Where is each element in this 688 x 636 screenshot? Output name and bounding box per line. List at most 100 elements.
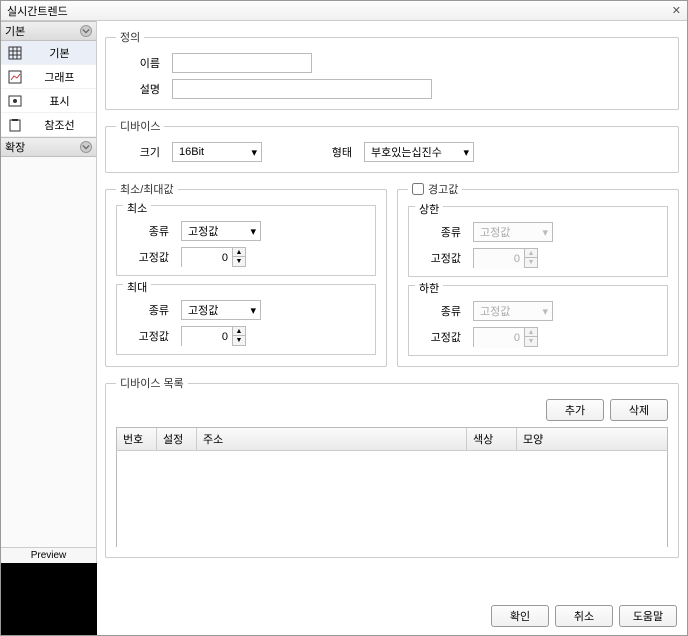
spin-up-icon[interactable]: ▲	[233, 248, 245, 257]
col-shape[interactable]: 모양	[517, 428, 667, 450]
select-value: 부호있는십진수	[371, 144, 442, 160]
select-value: 고정값	[480, 303, 510, 319]
fixed-label: 고정값	[125, 328, 173, 344]
sidebar-item-label: 그래프	[29, 69, 90, 85]
spinner-input[interactable]	[182, 327, 232, 347]
spin-down-icon[interactable]: ▼	[233, 336, 245, 345]
main-panel: 정의 이름 설명 디바이스 크기 16Bit ▾	[97, 21, 687, 635]
display-icon	[7, 93, 23, 109]
spin-up-icon[interactable]: ▲	[233, 327, 245, 336]
minmax-group: 최소/최대값 최소 종류 고정값 ▾	[105, 181, 387, 367]
max-group: 최대 종류 고정값 ▾ 고정값	[116, 284, 376, 355]
select-value: 고정값	[188, 223, 218, 239]
chevron-down-icon: ▾	[251, 146, 257, 159]
sidebar-item-refline[interactable]: 참조선	[1, 113, 96, 137]
chevron-down-icon	[80, 141, 92, 153]
sidebar-group-label: 기본	[5, 23, 25, 39]
col-setting[interactable]: 설정	[157, 428, 197, 450]
col-address[interactable]: 주소	[197, 428, 467, 450]
definition-group: 정의 이름 설명	[105, 29, 679, 110]
device-grid[interactable]: 번호 설정 주소 색상 모양	[116, 427, 668, 547]
help-button[interactable]: 도움말	[619, 605, 677, 627]
name-input[interactable]	[172, 53, 312, 73]
lower-group: 하한 종류 고정값 ▾ 고정값	[408, 285, 668, 356]
kind-label: 종류	[417, 224, 465, 240]
fixed-label: 고정값	[125, 249, 173, 265]
group-legend: 최소/최대값	[116, 181, 178, 197]
grid-icon	[7, 45, 23, 61]
chevron-down-icon: ▾	[250, 225, 256, 238]
spinner-input	[474, 328, 524, 348]
name-label: 이름	[116, 55, 164, 71]
grid-body	[117, 451, 667, 547]
spin-down-icon: ▼	[525, 337, 537, 346]
upper-group: 상한 종류 고정값 ▾ 고정값	[408, 206, 668, 277]
spinner-input	[474, 249, 524, 269]
dialog-body: 기본 기본 그래프 표시 참조선	[1, 21, 687, 635]
add-button[interactable]: 추가	[546, 399, 604, 421]
delete-button[interactable]: 삭제	[610, 399, 668, 421]
alert-checkbox[interactable]	[412, 183, 424, 195]
sidebar-group-label: 확장	[5, 139, 25, 155]
group-legend: 경고값	[408, 181, 462, 198]
fixed-label: 고정값	[417, 250, 465, 266]
sidebar-group-expand[interactable]: 확장	[1, 137, 96, 157]
preview-box	[1, 563, 97, 635]
min-kind-select[interactable]: 고정값 ▾	[181, 221, 261, 241]
sidebar-items: 기본 그래프 표시 참조선	[1, 41, 96, 137]
inner-legend: 최대	[123, 279, 151, 295]
sidebar-item-graph[interactable]: 그래프	[1, 65, 96, 89]
titlebar: 실시간트렌드 ✕	[1, 1, 687, 21]
group-legend: 정의	[116, 29, 144, 45]
spinner-input[interactable]	[182, 248, 232, 268]
dialog-buttons: 확인 취소 도움말	[491, 605, 677, 627]
sidebar-group-basic[interactable]: 기본	[1, 21, 96, 41]
select-value: 고정값	[480, 224, 510, 240]
chevron-down-icon: ▾	[542, 226, 548, 239]
sidebar-item-label: 참조선	[29, 117, 90, 133]
kind-label: 종류	[125, 302, 173, 318]
sidebar-item-label: 표시	[29, 93, 90, 109]
device-list-group: 디바이스 목록 추가 삭제 번호 설정 주소 색상 모양	[105, 375, 679, 558]
chevron-down-icon: ▾	[542, 305, 548, 318]
select-value: 고정값	[188, 302, 218, 318]
kind-label: 종류	[125, 223, 173, 239]
kind-label: 종류	[417, 303, 465, 319]
upper-kind-select: 고정값 ▾	[473, 222, 553, 242]
ok-button[interactable]: 확인	[491, 605, 549, 627]
min-fixed-spinner[interactable]: ▲▼	[181, 247, 246, 267]
preview-label: Preview	[1, 548, 96, 563]
desc-input[interactable]	[172, 79, 432, 99]
fixed-label: 고정값	[417, 329, 465, 345]
dialog-window: 실시간트렌드 ✕ 기본 기본 그래프 표시	[0, 0, 688, 636]
cancel-button[interactable]: 취소	[555, 605, 613, 627]
chevron-down-icon: ▾	[250, 304, 256, 317]
window-title: 실시간트렌드	[7, 3, 68, 19]
max-kind-select[interactable]: 고정값 ▾	[181, 300, 261, 320]
spin-up-icon: ▲	[525, 328, 537, 337]
col-color[interactable]: 색상	[467, 428, 517, 450]
spin-down-icon: ▼	[525, 258, 537, 267]
close-icon[interactable]: ✕	[672, 4, 681, 17]
size-select[interactable]: 16Bit ▾	[172, 142, 262, 162]
inner-legend: 상한	[415, 201, 443, 217]
clipboard-icon	[7, 117, 23, 133]
min-group: 최소 종류 고정값 ▾ 고정값	[116, 205, 376, 276]
sidebar-item-basic[interactable]: 기본	[1, 41, 96, 65]
device-group: 디바이스 크기 16Bit ▾ 형태 부호있는십진수 ▾	[105, 118, 679, 173]
max-fixed-spinner[interactable]: ▲▼	[181, 326, 246, 346]
chevron-down-icon	[80, 25, 92, 37]
spin-up-icon: ▲	[525, 249, 537, 258]
type-select[interactable]: 부호있는십진수 ▾	[364, 142, 474, 162]
preview-area: Preview	[1, 547, 96, 635]
lower-fixed-spinner: ▲▼	[473, 327, 538, 347]
sidebar: 기본 기본 그래프 표시 참조선	[1, 21, 97, 635]
inner-legend: 하한	[415, 280, 443, 296]
alert-legend-text: 경고값	[428, 181, 458, 197]
inner-legend: 최소	[123, 200, 151, 216]
spin-down-icon[interactable]: ▼	[233, 257, 245, 266]
col-no[interactable]: 번호	[117, 428, 157, 450]
sidebar-item-display[interactable]: 표시	[1, 89, 96, 113]
group-legend: 디바이스 목록	[116, 375, 188, 391]
lower-kind-select: 고정값 ▾	[473, 301, 553, 321]
